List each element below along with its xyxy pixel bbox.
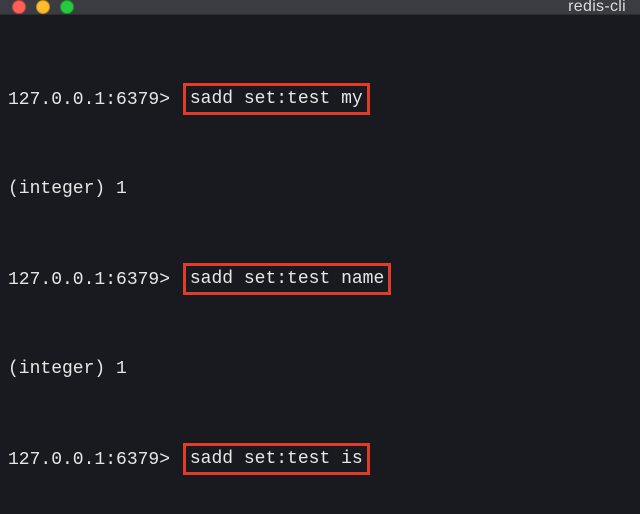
minimize-icon[interactable] xyxy=(36,0,50,14)
prompt: 127.0.0.1:6379> xyxy=(8,90,170,110)
prompt: 127.0.0.1:6379> xyxy=(8,450,170,470)
terminal-line: 127.0.0.1:6379> sadd set:test my xyxy=(8,84,632,116)
window-title: redis-cli xyxy=(568,0,626,16)
prompt: 127.0.0.1:6379> xyxy=(8,270,170,290)
command-highlight: sadd set:test name xyxy=(183,263,391,295)
terminal-output: (integer) 1 xyxy=(8,355,632,385)
terminal-line: 127.0.0.1:6379> sadd set:test name xyxy=(8,264,632,296)
terminal-output: (integer) 1 xyxy=(8,175,632,205)
terminal-line: 127.0.0.1:6379> sadd set:test is xyxy=(8,444,632,476)
command-highlight: sadd set:test my xyxy=(183,83,370,115)
command-highlight: sadd set:test is xyxy=(183,443,370,475)
maximize-icon[interactable] xyxy=(60,0,74,14)
terminal-window: redis-cli 127.0.0.1:6379> sadd set:test … xyxy=(0,0,640,514)
titlebar: redis-cli xyxy=(0,0,640,15)
close-icon[interactable] xyxy=(12,0,26,14)
terminal-body[interactable]: 127.0.0.1:6379> sadd set:test my (intege… xyxy=(0,15,640,514)
traffic-lights xyxy=(12,0,74,14)
